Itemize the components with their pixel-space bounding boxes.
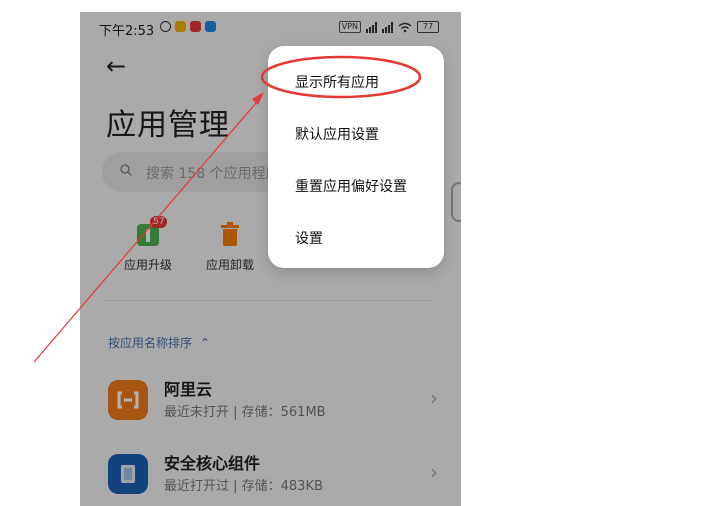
menu-item-settings[interactable]: 设置 (295, 228, 323, 248)
menu-item-reset-app-preferences[interactable]: 重置应用偏好设置 (295, 176, 407, 196)
popup-menu: 显示所有应用 默认应用设置 重置应用偏好设置 设置 (268, 46, 444, 268)
menu-item-default-app-settings[interactable]: 默认应用设置 (295, 124, 379, 144)
menu-item-show-all-apps[interactable]: 显示所有应用 (295, 72, 379, 92)
